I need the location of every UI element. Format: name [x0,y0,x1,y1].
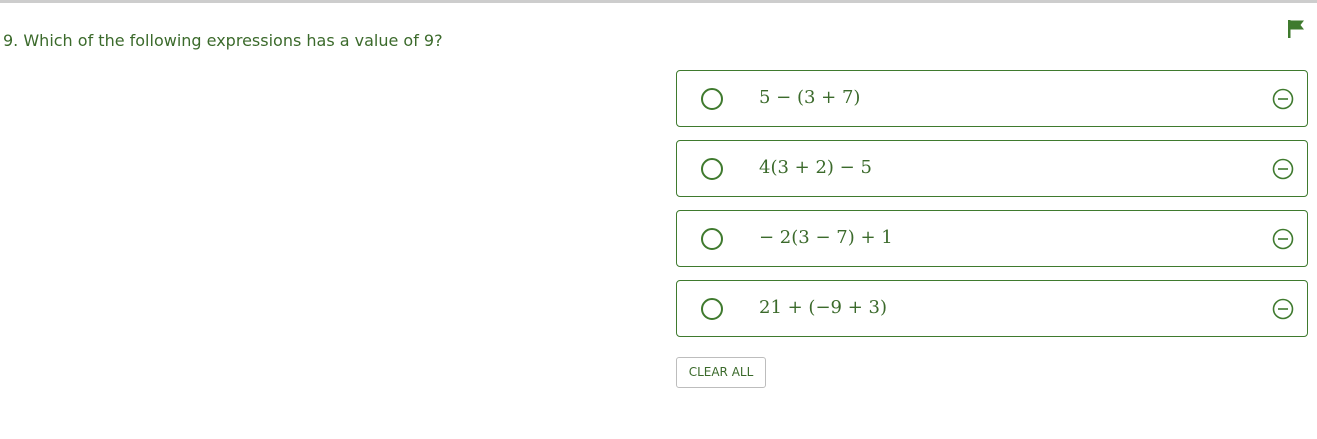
clear-all-button[interactable]: CLEAR ALL [676,357,766,388]
answer-choices: 5 − (3 + 7) 4(3 + 2) − 5 − 2(3 − 7) + 1 [676,70,1308,350]
question-text: 9. Which of the following expressions ha… [3,31,443,50]
eliminate-choice-icon[interactable] [1272,298,1294,320]
flag-icon[interactable] [1287,19,1306,39]
eliminate-choice-icon[interactable] [1272,228,1294,250]
top-divider [0,0,1317,3]
radio-icon[interactable] [701,88,723,110]
eliminate-choice-icon[interactable] [1272,158,1294,180]
answer-choice-a[interactable]: 5 − (3 + 7) [676,70,1308,127]
radio-icon[interactable] [701,158,723,180]
answer-choice-c[interactable]: − 2(3 − 7) + 1 [676,210,1308,267]
choice-expression: − 2(3 − 7) + 1 [759,227,893,248]
choice-expression: 21 + (−9 + 3) [759,297,887,318]
radio-icon[interactable] [701,298,723,320]
radio-icon[interactable] [701,228,723,250]
choice-expression: 5 − (3 + 7) [759,87,861,108]
answer-choice-d[interactable]: 21 + (−9 + 3) [676,280,1308,337]
choice-expression: 4(3 + 2) − 5 [759,157,872,178]
answer-choice-b[interactable]: 4(3 + 2) − 5 [676,140,1308,197]
eliminate-choice-icon[interactable] [1272,88,1294,110]
